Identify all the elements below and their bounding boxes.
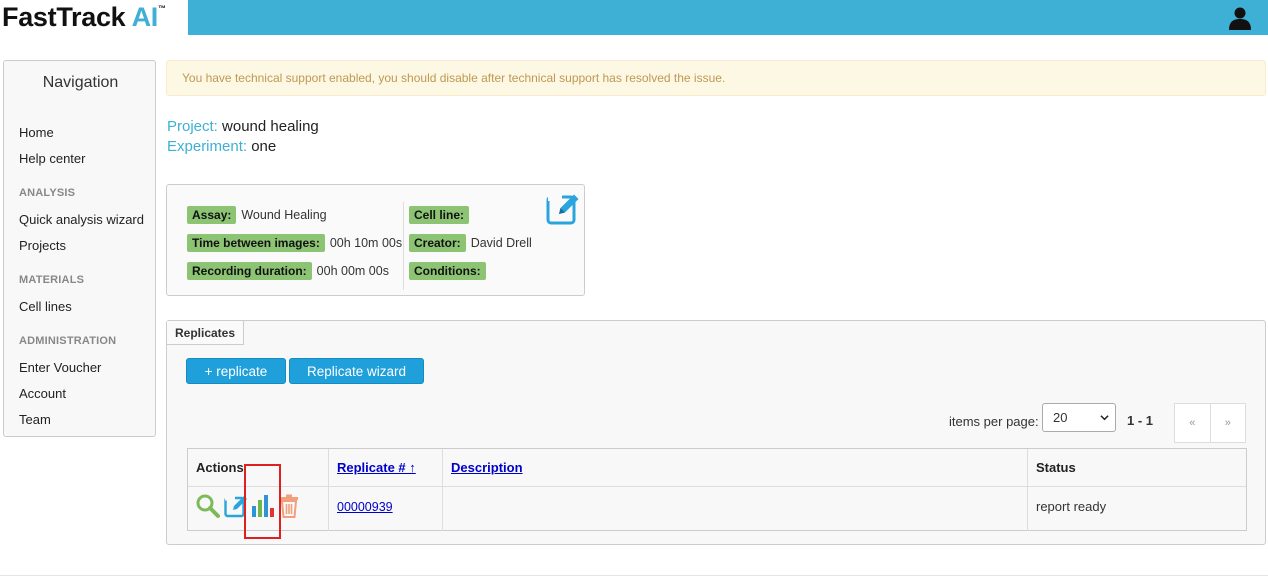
time-between-images-label: Time between images: [187, 234, 325, 252]
conditions-field: Conditions: [409, 262, 491, 280]
sort-replicate-link[interactable]: Replicate # ↑ [337, 460, 416, 475]
time-between-images-field: Time between images: 00h 10m 00s [187, 234, 402, 252]
replicate-link[interactable]: 00000939 [337, 500, 393, 514]
table-row-description-cell [443, 487, 1028, 531]
column-header-status: Status [1036, 460, 1076, 475]
cell-line-label: Cell line: [409, 206, 470, 224]
creator-label: Creator: [409, 234, 466, 252]
column-header-replicate[interactable]: Replicate # ↑ [329, 449, 443, 486]
card-divider [403, 202, 404, 290]
logo[interactable]: FastTrack AI™ [0, 0, 188, 35]
pager-prev-button[interactable]: « [1175, 404, 1210, 442]
page-range: 1 - 1 [1127, 413, 1154, 428]
nav-item-projects[interactable]: Projects [19, 238, 66, 253]
nav-item-quick-analysis-wizard[interactable]: Quick analysis wizard [19, 212, 144, 227]
bottom-divider [0, 575, 1268, 576]
replicates-panel: Replicates + replicate Replicate wizard … [166, 320, 1266, 545]
user-icon[interactable] [1228, 6, 1252, 30]
nav-item-cell-lines[interactable]: Cell lines [19, 299, 72, 314]
creator-value: David Drell [470, 236, 532, 250]
pager-next-button[interactable]: » [1209, 404, 1246, 442]
items-per-page-value: 20 [1053, 410, 1068, 425]
navigation-sidebar: Navigation Home Help center ANALYSIS Qui… [3, 60, 156, 437]
column-header-description[interactable]: Description [443, 449, 1028, 486]
logo-ai: AI [131, 2, 159, 32]
nav-item-help-center[interactable]: Help center [19, 151, 85, 166]
items-per-page-label: items per page: [949, 414, 1039, 429]
assay-field: Assay: Wound Healing [187, 206, 327, 224]
support-alert: You have technical support enabled, you … [166, 60, 1266, 96]
view-icon[interactable] [195, 493, 221, 519]
nav-item-account[interactable]: Account [19, 386, 66, 401]
nav-item-enter-voucher[interactable]: Enter Voucher [19, 360, 101, 375]
replicates-tab[interactable]: Replicates [167, 321, 245, 345]
top-bar [0, 0, 1268, 35]
logo-tm: ™ [157, 4, 166, 13]
assay-label: Assay: [187, 206, 237, 224]
table-row-replicate-cell: 00000939 [329, 487, 443, 531]
experiment-key: Experiment: [167, 138, 248, 155]
replicates-table: Actions Replicate # ↑ Description Status [187, 448, 1247, 531]
experiment-value: one [251, 138, 277, 155]
nav-item-home[interactable]: Home [19, 125, 54, 140]
nav-title: Navigation [42, 74, 119, 91]
edit-experiment-icon[interactable] [546, 191, 580, 225]
experiment-card: Assay: Wound Healing Time between images… [166, 184, 585, 296]
add-replicate-button[interactable]: + replicate [186, 358, 286, 384]
highlight-box [244, 464, 281, 539]
creator-field: Creator: David Drell [409, 234, 532, 252]
replicate-wizard-button[interactable]: Replicate wizard [289, 358, 424, 384]
project-line: Project: wound healing [167, 118, 319, 135]
recording-duration-field: Recording duration: 00h 00m 00s [187, 262, 389, 280]
sort-description-link[interactable]: Description [451, 460, 523, 475]
nav-section-materials: MATERIALS [19, 274, 85, 286]
nav-section-analysis: ANALYSIS [19, 187, 76, 199]
project-value: wound healing [222, 118, 319, 135]
nav-section-administration: ADMINISTRATION [19, 335, 117, 347]
conditions-label: Conditions: [409, 262, 486, 280]
table-row-status-cell: report ready [1036, 499, 1107, 514]
assay-value: Wound Healing [241, 208, 327, 222]
pagination: « » [1174, 403, 1246, 443]
chevron-down-icon [1100, 415, 1109, 421]
logo-main: FastTrack [2, 2, 132, 32]
time-between-images-value: 00h 10m 00s [329, 236, 403, 250]
experiment-line: Experiment: one [167, 138, 276, 155]
delete-icon[interactable] [278, 494, 300, 518]
recording-duration-value: 00h 00m 00s [316, 264, 389, 278]
nav-item-team[interactable]: Team [19, 412, 51, 427]
recording-duration-label: Recording duration: [187, 262, 312, 280]
cell-line-field: Cell line: [409, 206, 474, 224]
project-key: Project: [167, 118, 218, 135]
items-per-page-select[interactable]: 20 [1042, 403, 1116, 432]
